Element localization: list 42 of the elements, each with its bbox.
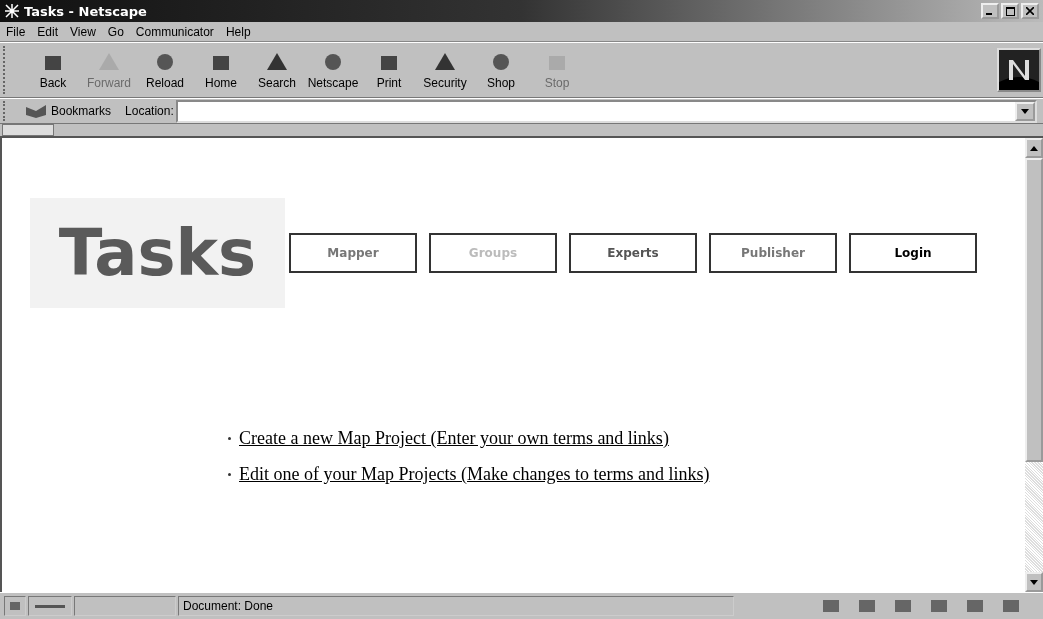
close-button[interactable] — [1021, 3, 1039, 19]
bookmarks-button[interactable]: Bookmarks — [19, 103, 118, 119]
toolbar-button[interactable]: Security — [419, 50, 471, 90]
link[interactable]: Edit one of your Map Projects (Make changes to terms and links) — [239, 456, 710, 492]
toolbar-button[interactable]: Netscape — [307, 50, 359, 90]
maximize-icon — [1005, 6, 1015, 16]
window-title: Tasks - Netscape — [24, 3, 147, 19]
menu-item[interactable]: Go — [101, 24, 130, 39]
toolbar-button[interactable]: Back — [27, 50, 79, 90]
book-icon — [25, 103, 47, 119]
location-field[interactable] — [175, 99, 1037, 123]
close-icon — [1026, 7, 1034, 15]
menu-item[interactable]: Communicator — [129, 24, 220, 39]
menu-item[interactable]: File — [0, 24, 32, 39]
menu-item[interactable]: View — [64, 24, 102, 39]
scroll-down-icon[interactable] — [1030, 579, 1038, 585]
menu-item[interactable]: Help — [219, 24, 257, 39]
nav-button[interactable]: Mapper — [289, 233, 417, 273]
link[interactable]: Create a new Map Project (Enter your own terms and links) — [239, 420, 669, 456]
logo-icon — [997, 48, 1041, 92]
scroll-up-icon[interactable] — [1030, 145, 1038, 151]
nav-button[interactable]: Experts — [569, 233, 697, 273]
nav-button[interactable]: Login — [849, 233, 977, 273]
dropdown-arrow-icon[interactable] — [1021, 108, 1029, 114]
toolbar-button[interactable]: Home — [195, 50, 247, 90]
collapse-tab[interactable] — [2, 124, 54, 136]
scroll-thumb[interactable] — [1025, 158, 1043, 462]
toolbar-button[interactable]: Reload — [139, 50, 191, 90]
toolbar-button[interactable]: Print — [363, 50, 415, 90]
toolbar-button[interactable]: Shop — [475, 50, 527, 90]
bullet-icon — [228, 472, 231, 476]
scrollbar[interactable] — [1025, 138, 1043, 592]
menu-item[interactable]: Edit — [31, 24, 65, 39]
location-label: Location: — [125, 104, 174, 118]
page-logo: Tasks — [30, 198, 285, 308]
minimize-button[interactable] — [981, 3, 999, 19]
toolbar-button[interactable]: Search — [251, 50, 303, 90]
bullet-icon — [228, 436, 231, 440]
status-text: Document: Done — [178, 596, 734, 616]
app-icon — [4, 3, 20, 19]
maximize-button[interactable] — [1001, 3, 1019, 19]
nav-button[interactable]: Publisher — [709, 233, 837, 273]
